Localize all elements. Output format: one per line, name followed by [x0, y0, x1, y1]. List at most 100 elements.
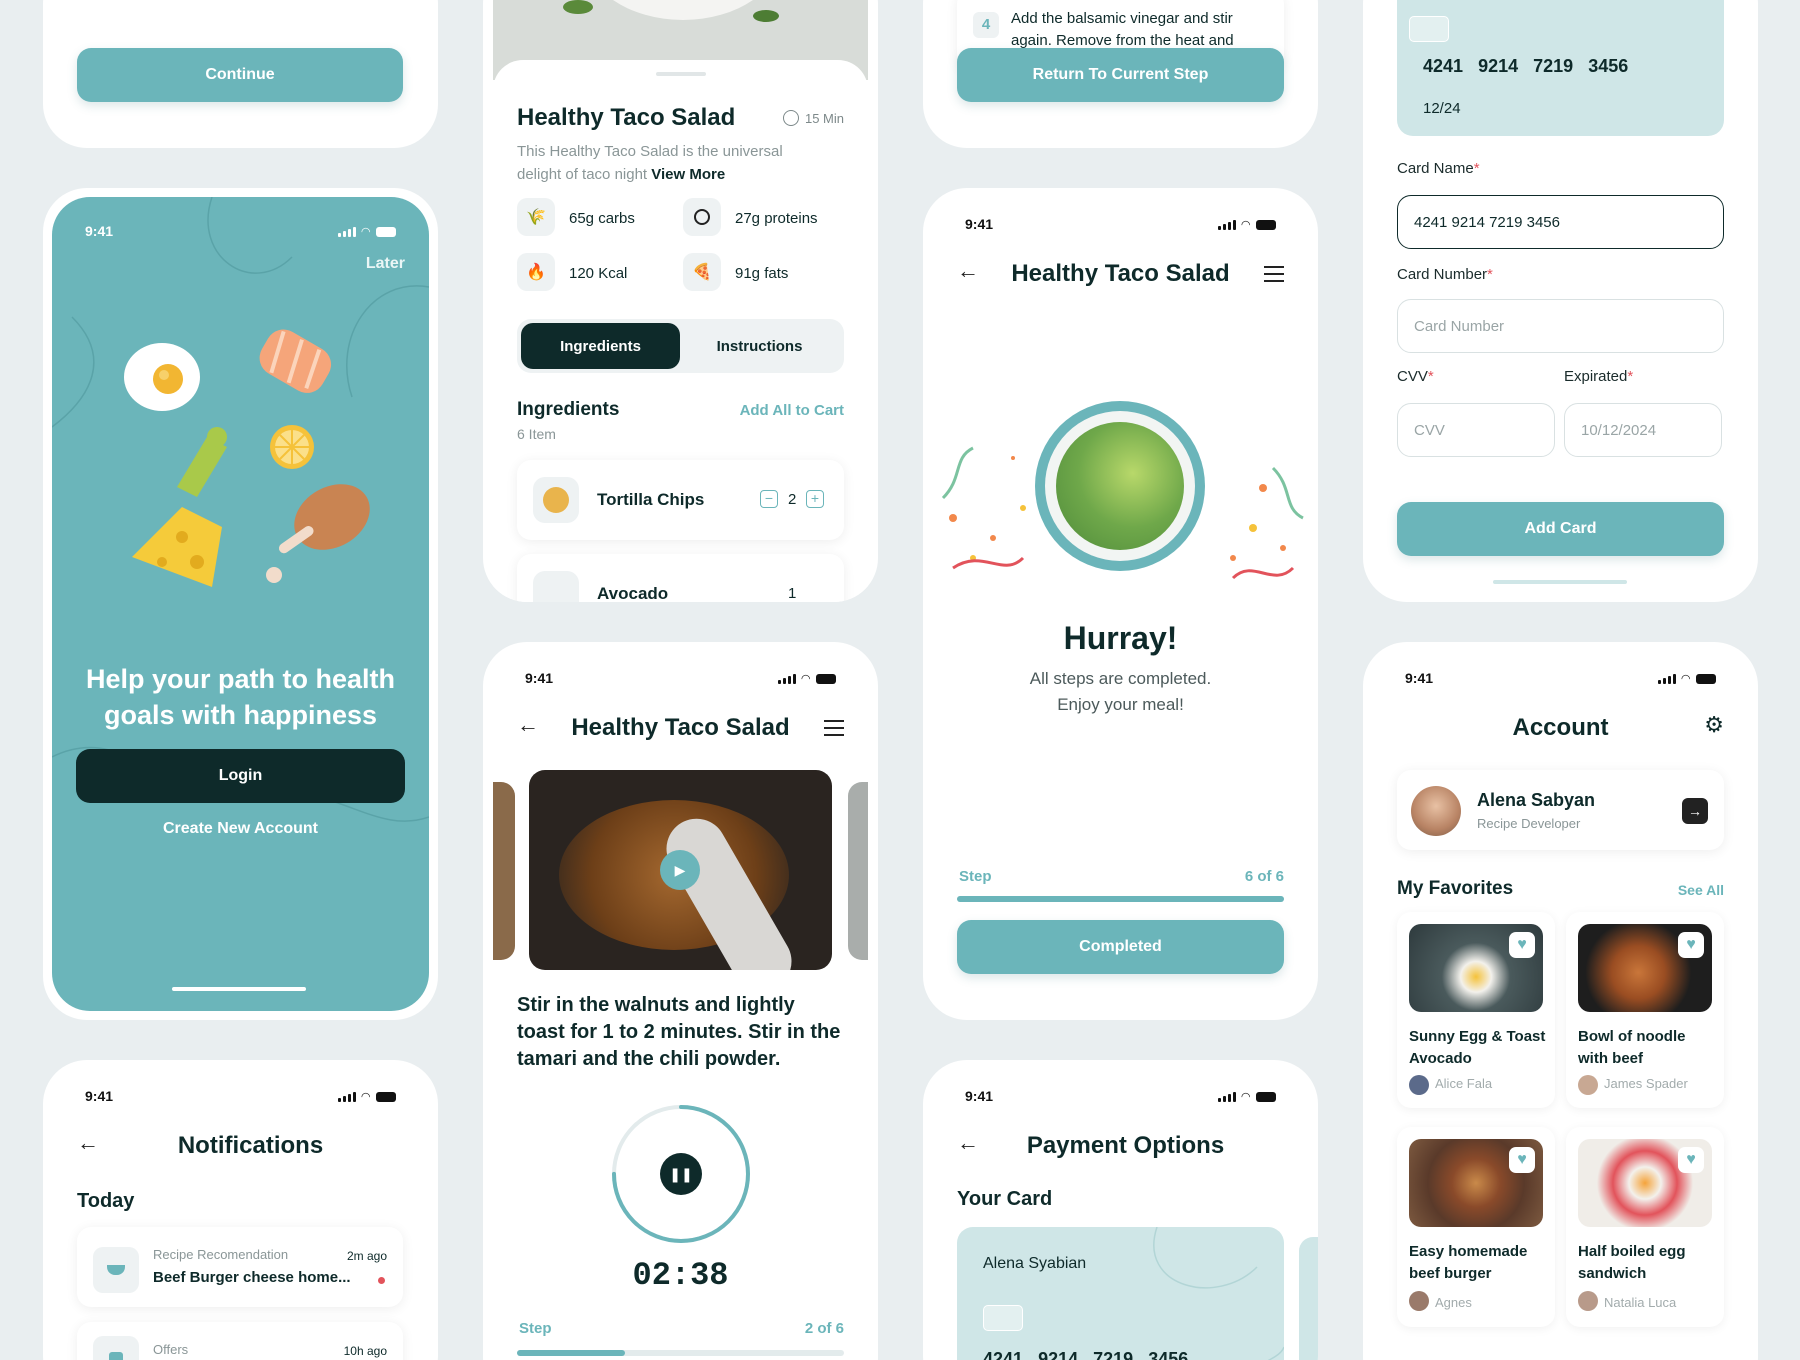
step-label: Step: [959, 868, 992, 885]
author-avatar: [1578, 1291, 1598, 1311]
chicken-illustration: [266, 484, 370, 583]
continue-screen: Continue: [43, 0, 438, 148]
return-to-step-button[interactable]: Return To Current Step: [957, 48, 1284, 102]
avocado-icon: [533, 571, 579, 602]
step-text: Add the balsamic vinegar and stir again.…: [1011, 10, 1234, 49]
gear-icon[interactable]: ⚙: [1704, 712, 1724, 738]
favorite-card[interactable]: ♥ Sunny Egg & Toast Avocado Alice Fala: [1397, 912, 1555, 1108]
completed-screen: 9:41 ◠ ← Healthy Taco Salad Hurray! All …: [923, 188, 1318, 1020]
cvv-field[interactable]: CVV: [1397, 403, 1555, 457]
add-all-to-cart-link[interactable]: Add All to Cart: [740, 402, 844, 419]
favorite-author: Agnes: [1435, 1295, 1472, 1310]
step-progress: [517, 1350, 844, 1356]
recipe-title: Healthy Taco Salad: [517, 104, 736, 131]
page-title: Payment Options: [1026, 1132, 1225, 1159]
see-all-link[interactable]: See All: [1678, 882, 1724, 898]
favorite-title: Bowl of noodle with beef: [1578, 1028, 1686, 1067]
onboarding-headline: Help your path to health goals with happ…: [85, 664, 395, 730]
nutrition-proteins: 27g proteins: [735, 210, 818, 227]
ingredient-qty: 2: [788, 491, 797, 508]
cook-time: 15 Min: [782, 110, 844, 126]
notification-time: 10h ago: [343, 1344, 387, 1358]
author-avatar: [1578, 1075, 1598, 1095]
heart-icon[interactable]: ♥: [1678, 1147, 1704, 1173]
continue-button[interactable]: Continue: [77, 48, 403, 102]
heart-icon[interactable]: ♥: [1678, 932, 1704, 958]
tab-ingredients[interactable]: Ingredients: [521, 323, 680, 369]
avatar: [1411, 786, 1461, 836]
heart-icon[interactable]: ♥: [1509, 1147, 1535, 1173]
step-count: 6 of 6: [1244, 868, 1284, 885]
author-avatar: [1409, 1291, 1429, 1311]
cooking-step-screen: 9:41 ◠ ← Healthy Taco Salad ▶ Stir in th…: [483, 642, 878, 1360]
favorite-card[interactable]: ♥ Bowl of noodle with beef James Spader: [1566, 912, 1724, 1108]
card-chip-icon: [1409, 16, 1449, 42]
step-instruction: Stir in the walnuts and lightly toast fo…: [517, 994, 841, 1070]
heart-icon[interactable]: ♥: [1509, 932, 1535, 958]
favorite-card[interactable]: ♥ Easy homemade beef burger Agnes: [1397, 1127, 1555, 1327]
minus-button[interactable]: −: [760, 490, 778, 508]
section-today: Today: [77, 1190, 135, 1212]
favorite-card[interactable]: ♥ Half boiled egg sandwich Natalia Luca: [1566, 1127, 1724, 1327]
egg-illustration: [124, 343, 200, 411]
notification-item[interactable]: Recipe Recomendation 2m ago Beef Burger …: [77, 1227, 403, 1307]
nutrition-carbs: 65g carbs: [569, 210, 635, 227]
page-title: Healthy Taco Salad: [571, 714, 790, 741]
author-avatar: [1409, 1075, 1429, 1095]
payment-card[interactable]: Alena Syabian 4241 9214 7219 3456: [957, 1227, 1284, 1360]
prev-step-image[interactable]: [493, 782, 515, 960]
card-number-label: Card Number*: [1397, 266, 1493, 283]
bowl-icon: [93, 1247, 139, 1293]
clock-icon: [782, 110, 799, 126]
list-menu-icon[interactable]: [1264, 266, 1284, 282]
account-screen: 9:41 ◠ Account ⚙ Alena Sabyan Recipe Dev…: [1363, 642, 1758, 1360]
add-card-button[interactable]: Add Card: [1397, 502, 1724, 556]
ingredients-heading: Ingredients: [517, 399, 620, 420]
card-number-field[interactable]: Card Number: [1397, 299, 1724, 353]
salad-plate-illustration: [1035, 401, 1205, 571]
favorite-author: Natalia Luca: [1604, 1295, 1677, 1310]
hurray-headline: Hurray!: [1063, 620, 1178, 656]
create-account-link[interactable]: Create New Account: [52, 820, 429, 838]
page-title: Account: [1512, 714, 1609, 741]
recipe-detail-screen: Healthy Taco Salad 15 Min This Healthy T…: [483, 0, 878, 602]
view-more-link[interactable]: View More: [651, 166, 725, 183]
profile-card[interactable]: Alena Sabyan Recipe Developer →: [1397, 770, 1724, 850]
pause-button[interactable]: ❚❚: [660, 1153, 702, 1195]
login-button[interactable]: Login: [76, 749, 405, 803]
nutrition-fats: 91g fats: [735, 265, 789, 282]
play-button[interactable]: ▶: [660, 850, 700, 890]
cheese-illustration: [132, 507, 222, 587]
sheet-handle[interactable]: [656, 72, 706, 76]
plus-button[interactable]: +: [806, 490, 824, 508]
favorite-title: Half boiled egg sandwich: [1578, 1243, 1686, 1282]
protein-icon: [683, 198, 721, 236]
expiry-field[interactable]: 10/12/2024: [1564, 403, 1722, 457]
notification-item[interactable]: Offers 10h ago: [77, 1322, 403, 1360]
timer-readout: 02:38: [632, 1257, 729, 1294]
status-bar: 9:41 ◠: [483, 666, 878, 690]
card-expiry: 12/24: [1423, 100, 1461, 117]
next-card-peek[interactable]: [1299, 1237, 1318, 1360]
onboarding-phone: 9:41 ◠ Later Help your path to health go…: [52, 197, 429, 1011]
next-step-image[interactable]: [848, 782, 868, 960]
home-indicator: [1493, 580, 1627, 584]
pizza-icon: 🍕: [683, 253, 721, 291]
food-illustration: [124, 329, 370, 587]
completed-message: All steps are completed. Enjoy your meal…: [1029, 669, 1212, 714]
onboarding-screen: 9:41 ◠ Later Help your path to health go…: [43, 188, 438, 1020]
arrow-right-icon[interactable]: →: [1682, 798, 1708, 824]
step-video[interactable]: ▶: [529, 770, 832, 970]
tab-instructions[interactable]: Instructions: [680, 323, 839, 369]
list-menu-icon[interactable]: [824, 720, 844, 736]
favorite-author: Alice Fala: [1435, 1076, 1493, 1091]
page-title: Healthy Taco Salad: [1011, 260, 1230, 287]
ingredient-qty: 1: [788, 585, 797, 602]
broccoli-illustration: [177, 427, 227, 497]
completed-button[interactable]: Completed: [957, 920, 1284, 974]
later-link[interactable]: Later: [366, 255, 405, 273]
card-name-field[interactable]: 4241 9214 7219 3456: [1397, 195, 1724, 249]
your-card-heading: Your Card: [957, 1188, 1053, 1210]
step-label: Step: [519, 1320, 552, 1337]
notifications-screen: 9:41 ◠ ← Notifications Today Recipe Reco…: [43, 1060, 438, 1360]
